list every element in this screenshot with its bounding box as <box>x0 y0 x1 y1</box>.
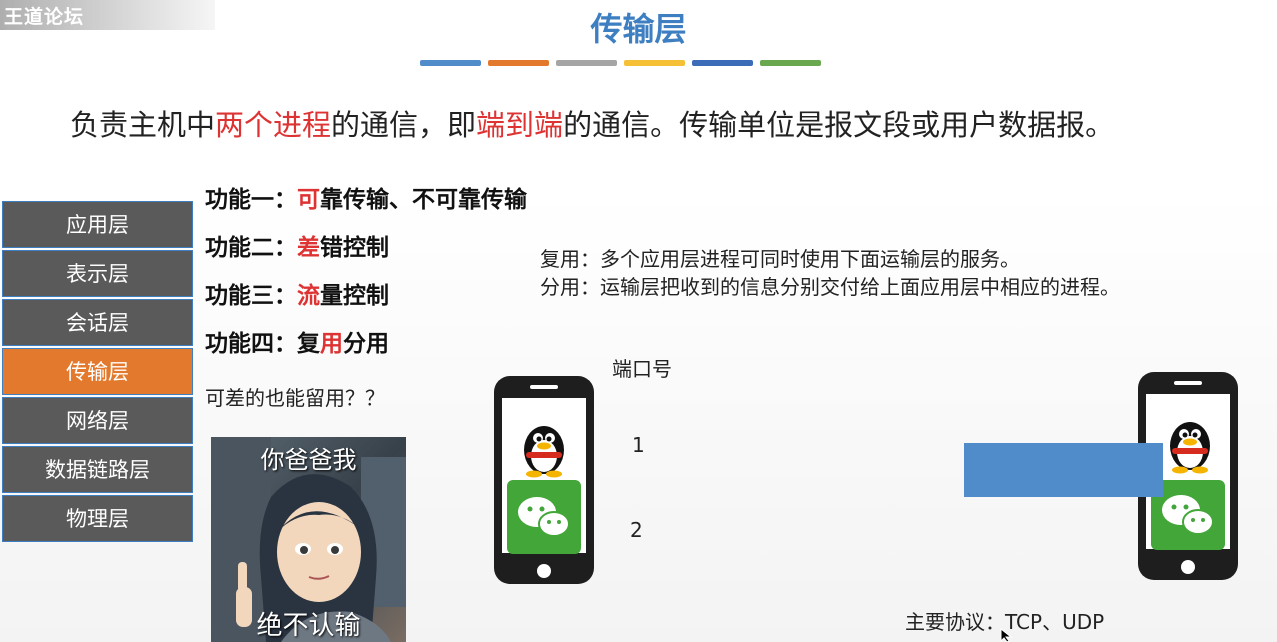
layer-application: 应用层 <box>2 201 193 248</box>
layer-data-link: 数据链路层 <box>2 446 193 493</box>
desc-text: 的通信，即 <box>331 108 477 142</box>
desc-highlight: 两个进程 <box>215 108 332 142</box>
port-label: 端口号 <box>612 357 672 381</box>
question-text: 可差的也能留用？？ <box>205 386 385 410</box>
osi-layer-stack: 应用层 表示层 会话层 传输层 网络层 数据链路层 物理层 <box>2 201 193 544</box>
color-bar <box>624 60 685 66</box>
qq-penguin-icon <box>524 426 564 478</box>
phone-screen <box>502 398 586 554</box>
port-number-2: 2 <box>630 518 643 542</box>
desc-highlight: 端到端 <box>476 108 564 142</box>
title-color-bars <box>420 60 821 66</box>
function-item: 功能一：可靠传输、不可靠传输 <box>205 182 527 230</box>
meme-image: 你爸爸我 绝不认输 <box>211 437 406 642</box>
desc-text: 负责主机中 <box>70 108 216 142</box>
multiplex-text: 复用：多个应用层进程可同时使用下面运输层的服务。 <box>540 247 1020 271</box>
demultiplex-text: 分用：运输层把收到的信息分别交付给上面应用层中相应的进程。 <box>540 275 1120 299</box>
multiplex-notes: 复用：多个应用层进程可同时使用下面运输层的服务。 分用：运输层把收到的信息分别交… <box>540 245 1120 301</box>
meme-bottom-text: 绝不认输 <box>256 611 361 641</box>
page-title: 传输层 <box>590 10 687 48</box>
color-bar <box>556 60 617 66</box>
function-prefix: 功能三： <box>205 283 297 309</box>
description: 负责主机中两个进程的通信，即端到端的通信。传输单位是报文段或用户数据报。 <box>70 102 1114 144</box>
function-highlight: 流 <box>297 283 320 309</box>
function-item: 功能四：复用分用 <box>205 326 527 374</box>
layer-transport: 传输层 <box>2 348 193 395</box>
layer-physical: 物理层 <box>2 495 193 542</box>
wechat-bubbles <box>518 497 570 537</box>
function-text: 分用 <box>343 331 389 357</box>
qq-penguin-icon <box>1170 422 1210 474</box>
phone-sender <box>494 376 594 584</box>
color-bar <box>420 60 481 66</box>
function-highlight: 差 <box>297 235 320 261</box>
phone-home-button <box>537 564 551 578</box>
function-list: 功能一：可靠传输、不可靠传输 功能二：差错控制 功能三：流量控制 功能四：复用分… <box>205 182 527 374</box>
function-item: 功能二：差错控制 <box>205 230 527 278</box>
function-prefix: 功能二： <box>205 235 297 261</box>
layer-session: 会话层 <box>2 299 193 346</box>
function-highlight: 可 <box>297 187 320 213</box>
color-bar <box>760 60 821 66</box>
function-text: 错控制 <box>320 235 389 261</box>
function-prefix: 功能四： <box>205 331 297 357</box>
function-text: 靠传输、不可靠传输 <box>320 187 527 213</box>
color-bar <box>692 60 753 66</box>
function-item: 功能三：流量控制 <box>205 278 527 326</box>
function-highlight: 用 <box>320 331 343 357</box>
layer-network: 网络层 <box>2 397 193 444</box>
layer-presentation: 表示层 <box>2 250 193 297</box>
color-bar <box>488 60 549 66</box>
function-text: 量控制 <box>320 283 389 309</box>
port-number-1: 1 <box>632 433 645 457</box>
data-packet-block <box>964 443 1163 497</box>
phone-speaker <box>1174 381 1202 385</box>
cursor-icon <box>1000 628 1013 642</box>
phone-home-button <box>1181 560 1195 574</box>
desc-text: 的通信。传输单位是报文段或用户数据报。 <box>563 108 1115 142</box>
phone-speaker <box>530 385 558 389</box>
function-text: 复 <box>297 331 320 357</box>
meme-top-text: 你爸爸我 <box>260 446 357 474</box>
wechat-icon <box>507 480 581 554</box>
function-prefix: 功能一： <box>205 187 297 213</box>
